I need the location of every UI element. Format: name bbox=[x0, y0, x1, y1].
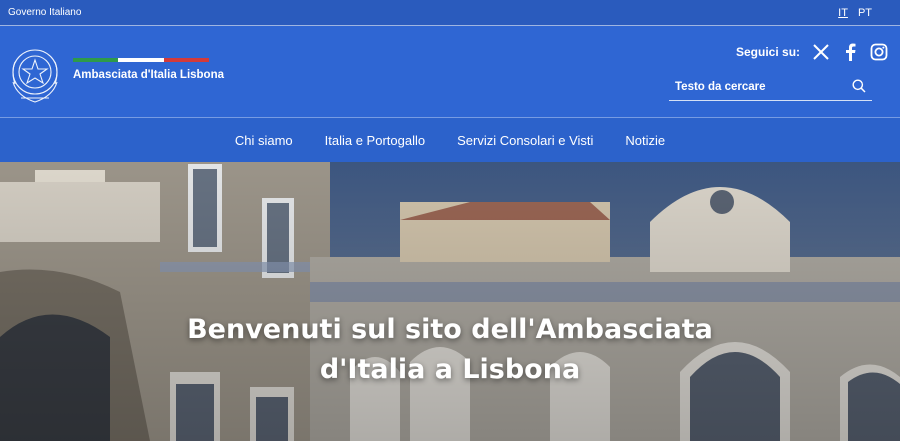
search-bar bbox=[669, 74, 872, 101]
language-switcher: IT PT bbox=[838, 7, 892, 19]
x-icon[interactable] bbox=[811, 42, 831, 62]
nav-item-italia-portogallo[interactable]: Italia e Portogallo bbox=[325, 133, 425, 148]
site-title[interactable]: Ambasciata d'Italia Lisbona bbox=[73, 69, 224, 81]
language-it[interactable]: IT bbox=[838, 7, 848, 19]
instagram-icon[interactable] bbox=[869, 42, 889, 62]
hero-title-line-2: d'Italia a Lisbona bbox=[319, 354, 581, 385]
search-icon[interactable] bbox=[852, 78, 866, 97]
main-nav: Chi siamo Italia e Portogallo Servizi Co… bbox=[0, 118, 900, 162]
hero-title-line-1: Benvenuti sul sito dell'Ambasciata bbox=[187, 314, 713, 345]
facebook-icon[interactable] bbox=[840, 42, 860, 62]
flag-stripe bbox=[73, 58, 209, 62]
language-pt[interactable]: PT bbox=[858, 7, 872, 19]
hero-banner: Benvenuti sul sito dell'Ambasciata d'Ita… bbox=[0, 162, 900, 441]
hero-title: Benvenuti sul sito dell'Ambasciata d'Ita… bbox=[0, 310, 900, 390]
search-input[interactable] bbox=[675, 81, 835, 93]
hero-background-image bbox=[0, 162, 900, 441]
follow-label: Seguici su: bbox=[736, 45, 801, 59]
emblem-icon[interactable] bbox=[7, 42, 63, 106]
social-links: Seguici su: bbox=[736, 42, 889, 62]
nav-item-notizie[interactable]: Notizie bbox=[625, 133, 665, 148]
nav-item-chi-siamo[interactable]: Chi siamo bbox=[235, 133, 293, 148]
top-bar: Governo Italiano IT PT bbox=[0, 0, 900, 26]
site-header: Ambasciata d'Italia Lisbona Seguici su: bbox=[0, 26, 900, 118]
nav-item-servizi-consolari[interactable]: Servizi Consolari e Visti bbox=[457, 133, 593, 148]
government-link[interactable]: Governo Italiano bbox=[8, 7, 81, 18]
